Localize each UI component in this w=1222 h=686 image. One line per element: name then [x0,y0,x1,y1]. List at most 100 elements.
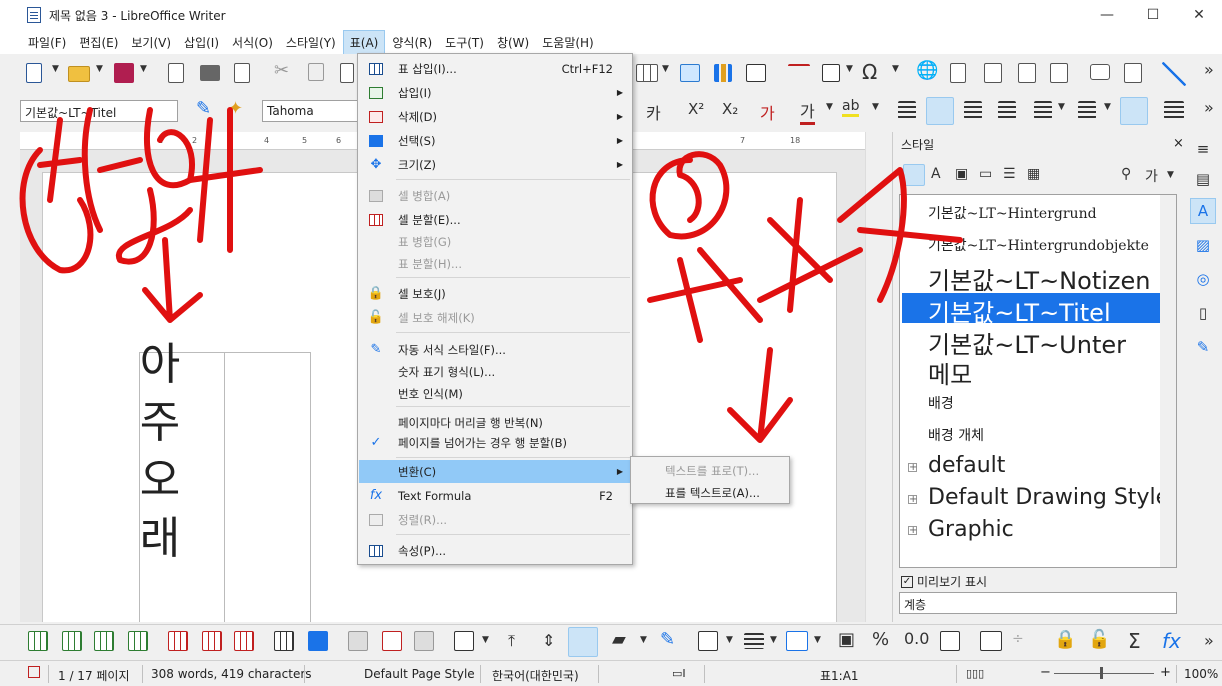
style-item[interactable]: 기본값~LT~Hintergrund [928,203,1097,223]
borders-icon[interactable] [698,631,718,651]
menu-edit[interactable]: 편집(E) [73,31,124,54]
frame-styles-icon[interactable]: ▣ [955,166,968,182]
increase-indent-icon[interactable] [1164,101,1184,119]
style-item[interactable]: 메모 [928,355,972,390]
list-styles-icon[interactable]: ☰ [1003,166,1016,182]
menu-window[interactable]: 창(W) [491,31,535,54]
menu-size-submenu[interactable]: ✥ 크기(Z) ▶ [359,153,631,176]
style-item[interactable]: 기본값~LT~Hintergrundobjekte [928,235,1149,255]
zoom-level[interactable]: 100% [1184,667,1218,681]
numbered-list-icon[interactable] [1078,101,1096,119]
menu-styles[interactable]: 스타일(Y) [280,31,342,54]
zoom-slider[interactable] [1054,673,1154,674]
insert-columns-after-icon[interactable] [128,631,148,651]
chevron-down-icon[interactable]: ▼ [52,64,59,74]
open-folder-icon[interactable] [68,66,90,82]
bullet-list-icon[interactable] [1034,101,1052,119]
page-break-icon[interactable] [788,64,810,82]
zoom-in-icon[interactable]: + [1160,665,1171,680]
split-table-icon[interactable] [414,631,434,651]
menu-protect-cells[interactable]: 🔒 셀 보호(J) [359,282,631,305]
chevron-down-icon[interactable]: ▼ [814,635,821,645]
align-top-icon[interactable]: ⤒ [508,631,515,651]
menu-format[interactable]: 서식(O) [226,31,279,54]
table-dialog-icon[interactable] [980,631,1002,651]
chevron-down-icon[interactable]: ▼ [770,635,777,645]
overflow-chevron-icon[interactable]: » [1204,60,1214,79]
page-style[interactable]: Default Page Style [364,667,475,681]
menu-insert-submenu[interactable]: 삽입(I) ▶ [359,81,631,104]
checkmark-icon[interactable]: ✓ [901,575,913,588]
menu-text-formula[interactable]: fx Text Formula F2 [359,484,631,507]
fill-format-icon[interactable]: ⚲ [1121,166,1131,182]
paragraph-style-combo[interactable]: 기본값~LT~Titel [20,100,178,122]
save-icon[interactable] [114,63,134,83]
formula-icon[interactable]: fx [1162,629,1181,653]
style-item-selected[interactable]: 기본값~LT~Titel [902,293,1160,327]
style-item[interactable]: 기본값~LT~Notizen [928,261,1150,296]
insert-caption-icon[interactable] [940,631,960,651]
menu-view[interactable]: 보기(V) [125,31,177,54]
new-style-menu-icon[interactable]: 가 [1145,166,1158,186]
table-properties-icon[interactable]: ✎ [660,629,675,650]
insert-mode-icon[interactable]: ▭I [672,667,686,680]
style-list[interactable]: 기본값~LT~Hintergrund 기본값~LT~Hintergrundobj… [899,194,1177,568]
menu-table-properties[interactable]: 속성(P)... [359,539,631,562]
menu-merge-table[interactable]: 표 병합(G) [359,230,631,253]
split-cells-icon[interactable] [382,631,402,651]
menu-help[interactable]: 도움말(H) [536,31,600,54]
background-color-icon[interactable]: ▰ [612,629,626,650]
select-cell-icon[interactable] [308,631,328,651]
table-styles-icon[interactable]: ▦ [1027,166,1040,182]
menu-unprotect-cells[interactable]: 🔓 셀 보호 해제(K) [359,306,631,329]
overflow-chevron-icon[interactable]: » [1204,631,1214,650]
menu-form[interactable]: 양식(R) [386,31,438,54]
line-icon[interactable] [1162,62,1186,86]
style-item[interactable]: Default Drawing Style [928,485,1169,510]
clear-formatting-icon[interactable]: 가 [760,100,775,124]
maximize-button[interactable]: ☐ [1130,0,1176,30]
chevron-down-icon[interactable]: ▼ [96,64,103,74]
preview-checkbox[interactable]: ✓ 미리보기 표시 [901,573,987,590]
insert-field-icon[interactable] [822,64,840,82]
percent-icon[interactable]: % [872,629,889,650]
menu-text-to-table[interactable]: 텍스트를 표로(T)... [665,463,759,479]
chevron-down-icon[interactable]: ▼ [482,635,489,645]
expand-icon[interactable]: + [908,526,917,536]
cross-reference-icon[interactable] [1018,63,1036,83]
chevron-down-icon[interactable]: ▼ [872,102,879,112]
styles-deck-icon[interactable]: A [1190,198,1216,224]
menu-table-to-text[interactable]: 표를 텍스트로(A)... [665,485,760,501]
text-box-icon[interactable] [746,64,766,82]
unprotect-cells-icon[interactable]: 🔓 [1088,629,1110,650]
style-item[interactable]: 배경 개체 [928,425,984,445]
style-item[interactable]: default [928,453,1005,478]
menu-file[interactable]: 파일(F) [22,31,72,54]
chevron-down-icon[interactable]: ▼ [1104,102,1111,112]
insert-chart-icon[interactable] [714,64,732,82]
copy-icon[interactable] [308,63,324,81]
chevron-down-icon[interactable]: ▼ [846,64,853,74]
update-style-icon[interactable]: ✎ [196,98,211,119]
print-icon[interactable] [200,65,220,81]
insert-image-icon[interactable] [680,64,700,82]
sum-icon[interactable]: Σ [1128,629,1141,653]
bookmark-icon[interactable] [984,63,1002,83]
menu-table[interactable]: 표(A) [342,29,386,55]
track-changes-icon[interactable] [1124,63,1142,83]
menu-select-submenu[interactable]: 선택(S) ▶ [359,129,631,152]
menu-number-format[interactable]: 숫자 표기 형식(L)... [359,360,631,383]
page-deck-icon[interactable]: ▯ [1190,300,1216,326]
menu-merge-cells[interactable]: 셀 병합(A) [359,184,631,207]
delete-table-icon[interactable] [234,631,254,651]
chevron-down-icon[interactable]: ▼ [640,635,647,645]
autoformat-icon[interactable] [454,631,474,651]
insert-rows-above-icon[interactable] [28,631,48,651]
delete-rows-icon[interactable] [168,631,188,651]
no-list-icon[interactable] [1120,97,1148,125]
chevron-down-icon[interactable]: ▼ [826,102,833,112]
table-cell-b1[interactable] [225,352,311,622]
justify-icon[interactable] [998,101,1016,119]
character-styles-icon[interactable]: A [931,166,941,182]
menu-allow-row-split[interactable]: ✓ 페이지를 넘어가는 경우 행 분할(B) [359,431,631,454]
